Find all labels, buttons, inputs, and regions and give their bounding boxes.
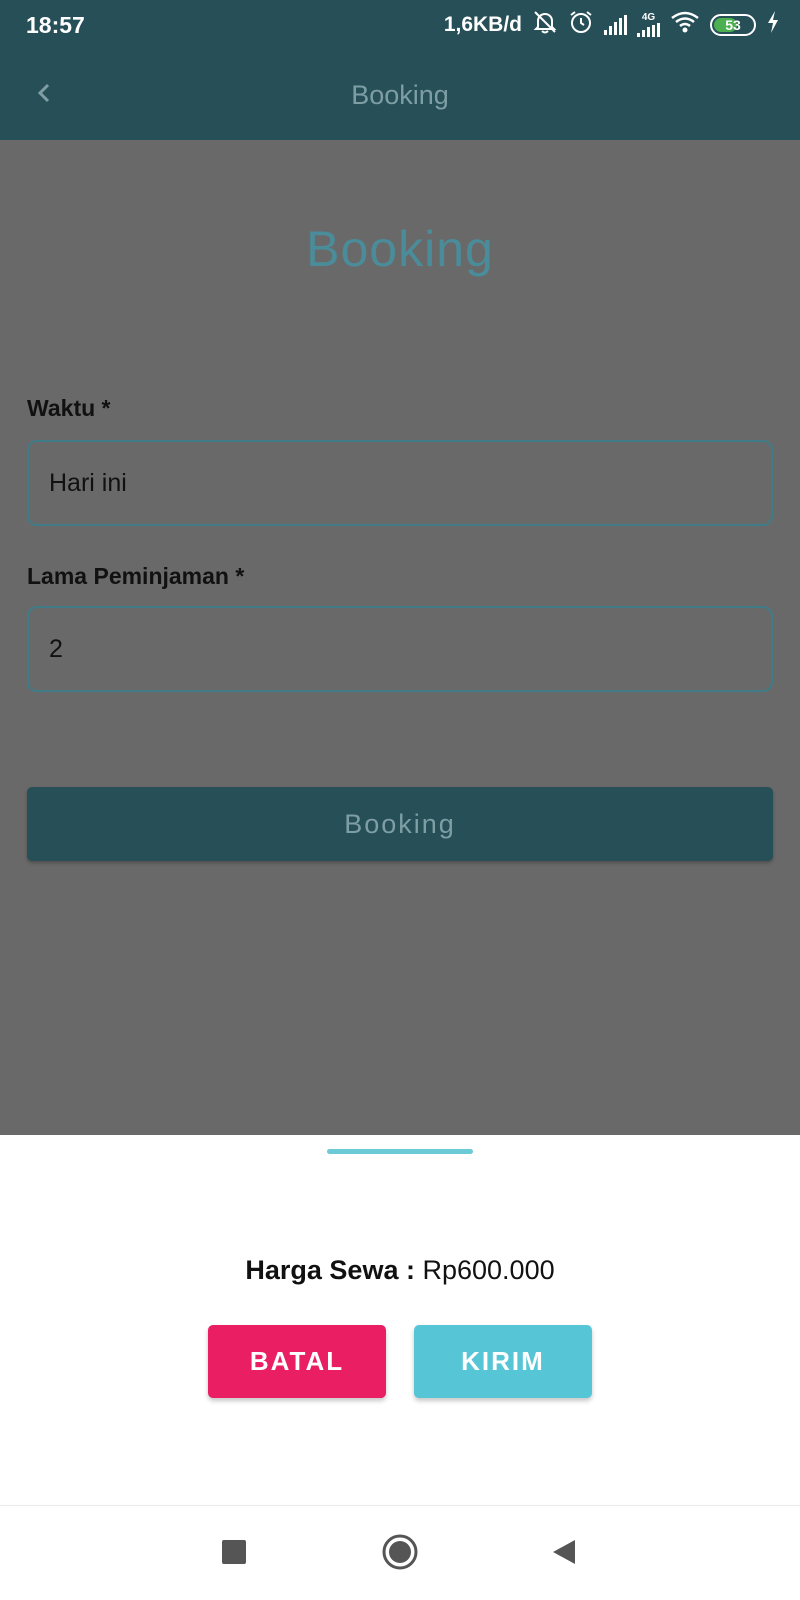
page-heading: Booking <box>306 221 494 277</box>
sheet-actions: BATAL KIRIM <box>0 1325 800 1398</box>
back-triangle-icon <box>551 1538 577 1571</box>
signal-4g-icon: 4G <box>637 13 660 37</box>
home-button[interactable] <box>380 1534 420 1574</box>
app-bar-title: Booking <box>351 80 449 110</box>
lama-peminjaman-label: Lama Peminjaman * <box>27 563 245 589</box>
price-value: Rp600.000 <box>422 1255 555 1285</box>
booking-button[interactable]: Booking <box>27 787 773 861</box>
price-row: Harga Sewa : Rp600.000 <box>0 1255 800 1286</box>
home-circle-icon <box>381 1533 419 1576</box>
booking-form: Booking Waktu * Hari ini Lama Peminjaman… <box>0 140 800 1135</box>
recents-square-icon <box>221 1539 247 1570</box>
drag-handle[interactable] <box>327 1149 473 1154</box>
bottom-sheet: Harga Sewa : Rp600.000 BATAL KIRIM <box>0 1135 800 1505</box>
status-time: 18:57 <box>26 12 85 38</box>
lama-peminjaman-value: 2 <box>49 634 63 663</box>
network-type-label: 4G <box>641 12 656 23</box>
price-label: Harga Sewa : <box>245 1255 415 1285</box>
wifi-icon <box>670 10 700 40</box>
system-back-button[interactable] <box>544 1534 584 1574</box>
status-icons: 1,6KB/d 4G 53 <box>444 10 780 40</box>
alarm-icon <box>568 9 594 41</box>
cancel-button[interactable]: BATAL <box>208 1325 386 1398</box>
app-bar: Booking <box>0 50 800 140</box>
battery-icon: 53 <box>710 14 756 36</box>
recents-button[interactable] <box>214 1534 254 1574</box>
battery-level: 53 <box>725 17 741 33</box>
navigation-bar <box>0 1505 800 1600</box>
signal-icon <box>604 15 627 35</box>
submit-button[interactable]: KIRIM <box>414 1325 592 1398</box>
charging-icon <box>766 10 780 40</box>
waktu-field[interactable]: Hari ini <box>27 440 773 526</box>
lama-peminjaman-field[interactable]: 2 <box>27 606 773 692</box>
bell-off-icon <box>532 9 558 41</box>
waktu-label: Waktu * <box>27 395 111 421</box>
status-bar: 18:57 1,6KB/d 4G 53 <box>0 0 800 50</box>
waktu-value: Hari ini <box>49 468 127 497</box>
network-speed: 1,6KB/d <box>443 13 522 36</box>
